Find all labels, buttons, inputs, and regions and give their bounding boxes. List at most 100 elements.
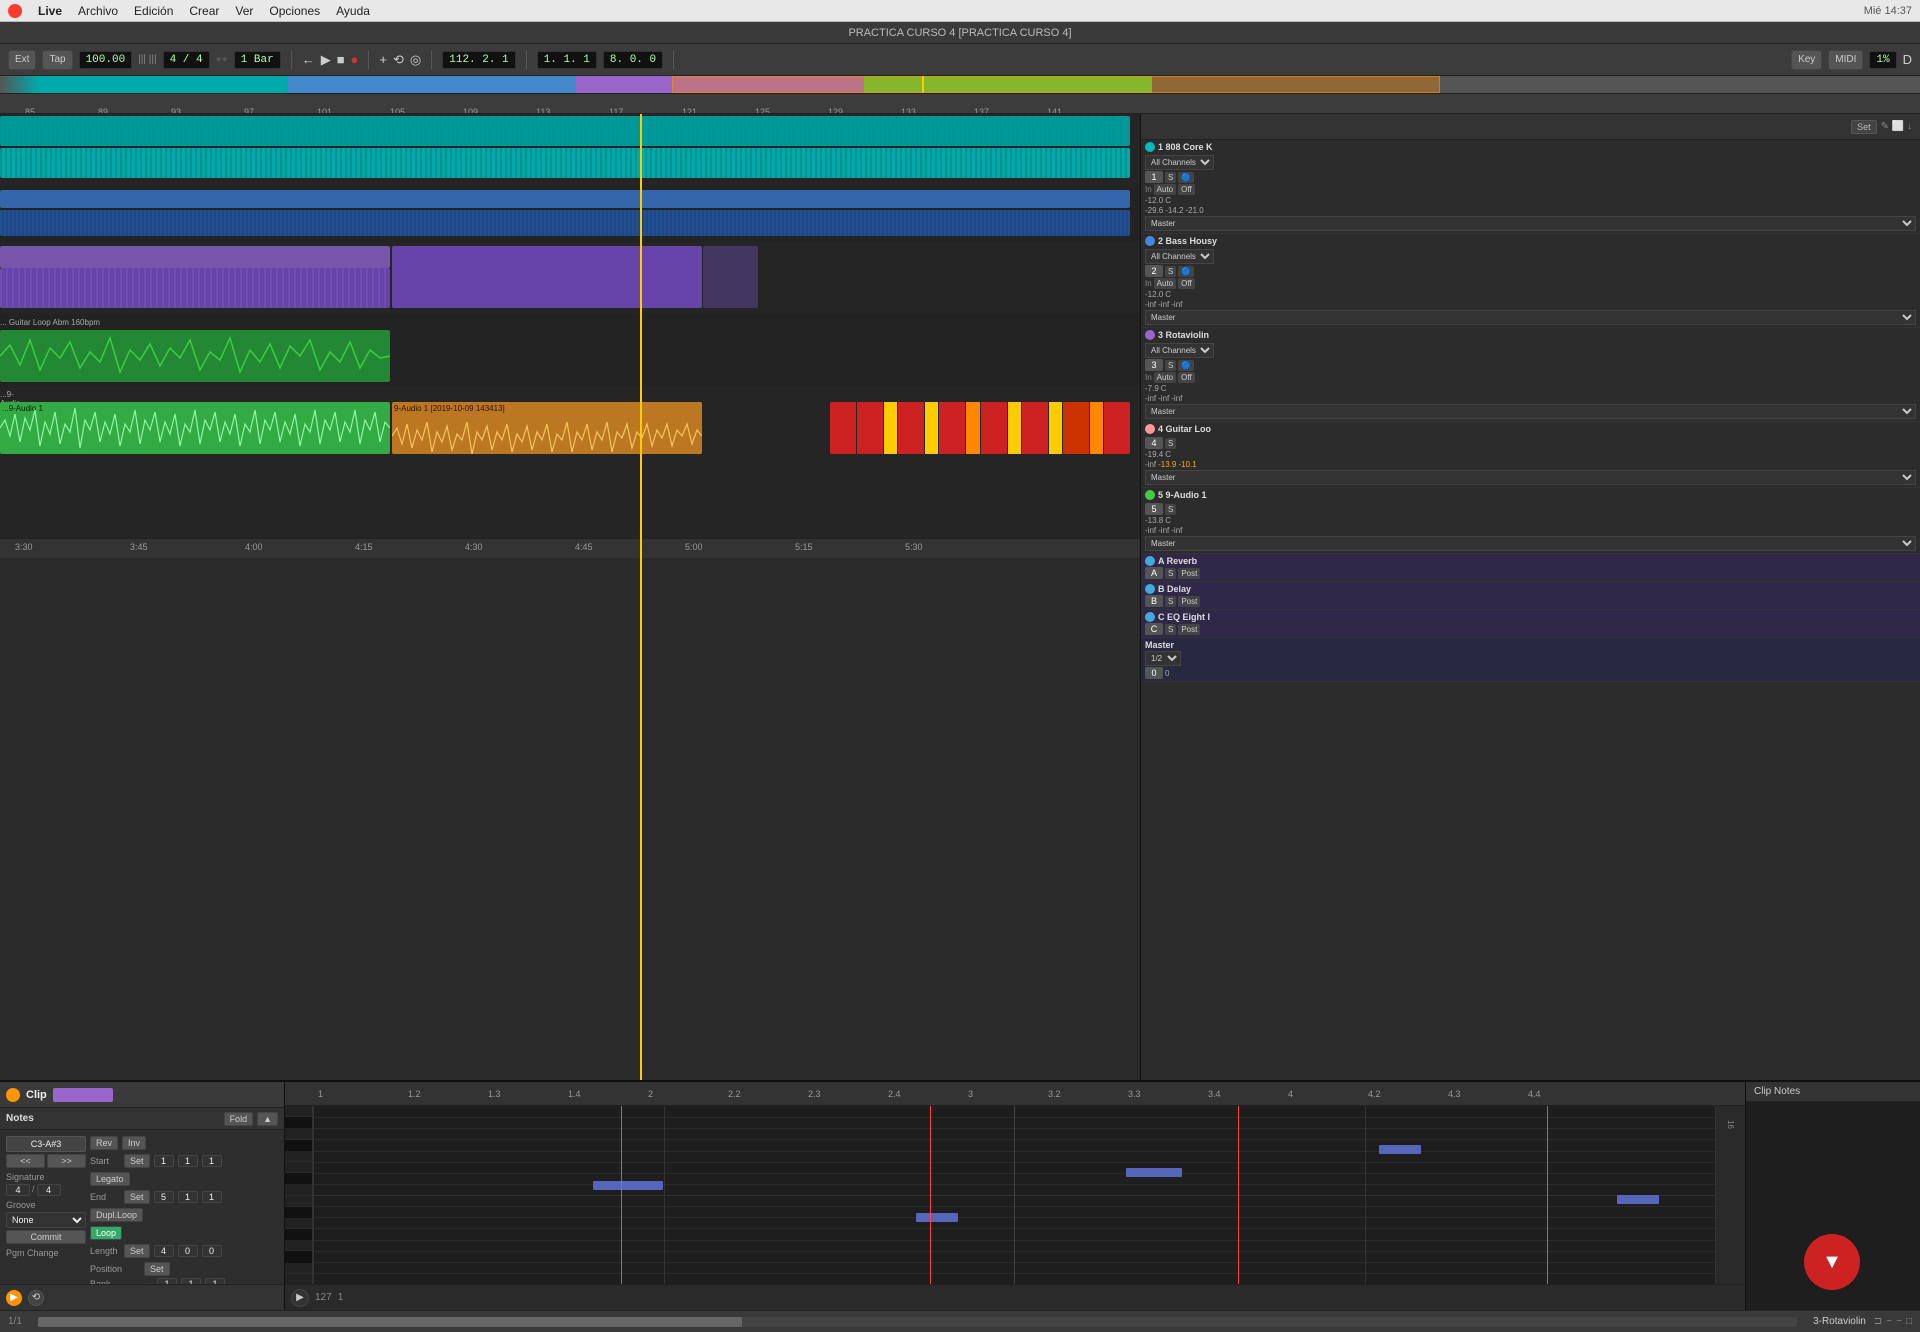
- note-5[interactable]: [1617, 1195, 1659, 1204]
- track-3-off-btn[interactable]: Off: [1178, 372, 1195, 383]
- overview-bar[interactable]: [0, 76, 1920, 94]
- inv-btn[interactable]: Inv: [122, 1136, 146, 1150]
- track-1-input-select[interactable]: All Channels: [1145, 155, 1214, 170]
- app-name[interactable]: Live: [38, 4, 62, 18]
- menu-ver[interactable]: Ver: [235, 4, 253, 18]
- key-button[interactable]: Key: [1791, 50, 1822, 70]
- master-routing-select[interactable]: 1/2: [1145, 651, 1181, 666]
- track-2-off-btn[interactable]: Off: [1178, 278, 1195, 289]
- track-3-auto-btn[interactable]: Auto: [1154, 372, 1176, 383]
- return-a-s-btn[interactable]: S: [1165, 568, 1176, 579]
- fold-button[interactable]: Fold: [224, 1112, 254, 1126]
- track-5-clip-green[interactable]: ...9-Audio 1: [0, 402, 390, 454]
- track-4-s-btn[interactable]: S: [1165, 438, 1176, 449]
- legato-btn[interactable]: Legato: [90, 1172, 130, 1186]
- track-2-mute-btn[interactable]: 🔵: [1178, 266, 1194, 277]
- groove-select[interactable]: None: [6, 1212, 86, 1228]
- loop-end-display[interactable]: 8. 0. 0: [603, 51, 663, 69]
- return-c-id[interactable]: C: [1145, 623, 1163, 635]
- track-1-mute-btn[interactable]: 🔵: [1178, 172, 1194, 183]
- add-icon[interactable]: +: [379, 52, 387, 67]
- loop-icon[interactable]: ⟲: [393, 52, 404, 68]
- track-3-clip-3[interactable]: [703, 246, 758, 308]
- track-2-s-btn[interactable]: S: [1165, 266, 1176, 277]
- quantize-display[interactable]: 1 Bar: [234, 51, 281, 69]
- note-1[interactable]: [593, 1181, 663, 1190]
- record-button[interactable]: ●: [351, 52, 359, 67]
- tempo-display[interactable]: 100.00: [79, 51, 133, 69]
- length-v1[interactable]: [154, 1245, 174, 1257]
- arrow-left-icon[interactable]: ←: [302, 52, 315, 67]
- oct-down-btn[interactable]: <<: [6, 1154, 45, 1168]
- dupl-loop-btn[interactable]: Dupl.Loop: [90, 1208, 143, 1222]
- end-v1[interactable]: [154, 1191, 174, 1203]
- track-5-s-btn[interactable]: S: [1165, 504, 1176, 515]
- start-v2[interactable]: [178, 1155, 198, 1167]
- track-3-clip-2[interactable]: [392, 246, 702, 308]
- track-4-channel-num[interactable]: 4: [1145, 437, 1163, 449]
- menu-crear[interactable]: Crear: [189, 4, 219, 18]
- tap-button[interactable]: Tap: [42, 50, 72, 70]
- track-1-off-btn[interactable]: Off: [1178, 184, 1195, 195]
- midi-button[interactable]: MIDI: [1828, 50, 1863, 70]
- track-3-mute-btn[interactable]: 🔵: [1178, 360, 1194, 371]
- metro-icon[interactable]: ◎: [410, 52, 421, 68]
- track-4-routing-select[interactable]: Master: [1145, 470, 1916, 485]
- menu-edicion[interactable]: Edición: [134, 4, 173, 18]
- track-5-routing-select[interactable]: Master: [1145, 536, 1916, 551]
- ext-button[interactable]: Ext: [8, 50, 36, 70]
- track-1-s-btn[interactable]: S: [1165, 172, 1176, 183]
- pgm-pos-set-btn[interactable]: Set: [144, 1262, 170, 1276]
- return-b-s-btn[interactable]: S: [1165, 596, 1176, 607]
- track-3-clip-1-body[interactable]: [0, 268, 390, 308]
- master-ch-num[interactable]: 0: [1145, 667, 1163, 679]
- rev-btn[interactable]: Rev: [90, 1136, 118, 1150]
- note-grid[interactable]: [313, 1106, 1715, 1284]
- track-3-clip-1[interactable]: [0, 246, 390, 268]
- zoom-display[interactable]: 1%: [1869, 51, 1896, 69]
- menu-opciones[interactable]: Opciones: [269, 4, 320, 18]
- end-v3[interactable]: [202, 1191, 222, 1203]
- track-1-clip-main[interactable]: [0, 116, 1130, 146]
- track-2-channel-num[interactable]: 2: [1145, 265, 1163, 277]
- track-4-clip-main[interactable]: [0, 330, 390, 382]
- start-v1[interactable]: [154, 1155, 174, 1167]
- track-5-channel-num[interactable]: 5: [1145, 503, 1163, 515]
- track-5-clip-multi[interactable]: [830, 402, 1130, 454]
- return-a-id[interactable]: A: [1145, 567, 1163, 579]
- track-1-clip-sub[interactable]: [0, 148, 1130, 178]
- track-1-routing-select[interactable]: Master: [1145, 216, 1916, 231]
- sig-num-input[interactable]: [6, 1184, 30, 1196]
- length-set-btn[interactable]: Set: [124, 1244, 150, 1258]
- menu-archivo[interactable]: Archivo: [78, 4, 118, 18]
- menu-ayuda[interactable]: Ayuda: [336, 4, 370, 18]
- track-5-clip-orange[interactable]: 9-Audio 1 [2019-10-09 143413]: [392, 402, 702, 454]
- return-c-s-btn[interactable]: S: [1165, 624, 1176, 635]
- track-1-auto-btn[interactable]: Auto: [1154, 184, 1176, 195]
- stop-button[interactable]: ■: [337, 52, 345, 67]
- return-b-post-btn[interactable]: Post: [1178, 596, 1200, 607]
- note-3[interactable]: [1126, 1168, 1182, 1177]
- note-2[interactable]: [916, 1213, 958, 1222]
- set-button[interactable]: Set: [1851, 120, 1877, 134]
- clip-color-swatch[interactable]: [53, 1088, 113, 1102]
- return-c-post-btn[interactable]: Post: [1178, 624, 1200, 635]
- track-2-clip-main[interactable]: [0, 210, 1130, 236]
- note-4[interactable]: [1379, 1145, 1421, 1154]
- return-a-post-btn[interactable]: Post: [1178, 568, 1200, 579]
- loop-start-display[interactable]: 1. 1. 1: [537, 51, 597, 69]
- session-view-icon[interactable]: D: [1903, 52, 1912, 67]
- position-display[interactable]: 112. 2. 1: [442, 51, 515, 69]
- notes-play-btn[interactable]: ▶: [291, 1289, 309, 1307]
- start-v3[interactable]: [202, 1155, 222, 1167]
- oct-up-btn[interactable]: >>: [47, 1154, 86, 1168]
- up-arrow-btn[interactable]: ▲: [257, 1112, 278, 1126]
- track-3-channel-num[interactable]: 3: [1145, 359, 1163, 371]
- end-set-btn[interactable]: Set: [124, 1190, 150, 1204]
- track-2-input-select[interactable]: All Channels: [1145, 249, 1214, 264]
- track-2-header-clip[interactable]: [0, 190, 1130, 208]
- track-3-routing-select[interactable]: Master: [1145, 404, 1916, 419]
- track-3-s-btn[interactable]: S: [1165, 360, 1176, 371]
- commit-btn[interactable]: Commit: [6, 1230, 86, 1244]
- end-v2[interactable]: [178, 1191, 198, 1203]
